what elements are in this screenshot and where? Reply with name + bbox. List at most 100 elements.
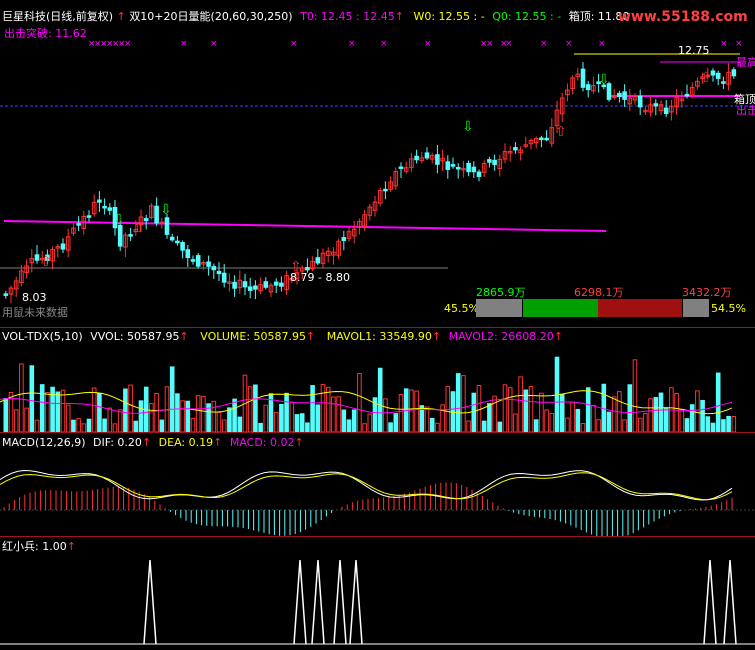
volume-bar xyxy=(622,419,627,432)
volume-bar xyxy=(34,419,40,432)
signal-marker-10: × xyxy=(348,39,356,49)
candle-body xyxy=(637,95,643,108)
volume-bar xyxy=(637,417,643,432)
volume-bar xyxy=(689,404,695,432)
volume-bar xyxy=(476,384,482,432)
volume-bar xyxy=(544,409,549,432)
volume-bar xyxy=(232,398,237,432)
candle-body xyxy=(414,155,419,161)
candle-body xyxy=(315,257,321,264)
macd-name[interactable]: MACD(12,26,9) xyxy=(2,436,86,449)
volume-bar xyxy=(414,390,419,432)
signal-marker-14: × xyxy=(486,39,494,49)
volume-bar xyxy=(227,407,232,432)
candle-body xyxy=(76,223,81,226)
indicator-name[interactable]: 双10+20日量能(20,60,30,250) xyxy=(129,10,292,23)
candle-body xyxy=(216,270,222,275)
dif-line xyxy=(0,469,733,501)
dist-bar-green xyxy=(523,299,598,317)
macd-value: MACD: 0.02 xyxy=(229,436,295,449)
candle-body xyxy=(175,240,180,244)
dist-bar-gray-left xyxy=(476,299,522,317)
up-arrow-icon: ↑ xyxy=(116,10,126,23)
volume-bar xyxy=(731,416,737,432)
future-data-label[interactable]: 用鼠未来数据 xyxy=(2,304,68,320)
volume-bar xyxy=(305,422,310,432)
volume-bar xyxy=(112,423,118,432)
volume-bar xyxy=(559,393,565,432)
t0-value: T0: 12.45 xyxy=(300,10,353,23)
volume-bar xyxy=(377,367,383,432)
volume-bar xyxy=(273,411,279,432)
signal-marker-11: × xyxy=(380,39,388,49)
candle-body xyxy=(471,166,477,173)
volume-bar xyxy=(117,409,123,432)
volume-bar xyxy=(362,423,367,432)
volume-bar xyxy=(123,388,128,432)
candle-body xyxy=(715,72,721,79)
volume-bar xyxy=(3,398,9,432)
candle-body xyxy=(476,171,482,178)
price-range-label: 8.79 - 8.80 xyxy=(290,271,350,284)
soldier-spike-0 xyxy=(143,559,157,645)
w0-value: W0: 12.55 xyxy=(413,10,471,23)
volume-bar xyxy=(715,372,721,432)
candle-body xyxy=(492,159,497,166)
signal-marker-19: × xyxy=(598,39,606,49)
volume-bar xyxy=(195,395,201,432)
volume-bar xyxy=(383,398,388,432)
volume-bar xyxy=(102,418,107,432)
volume-bar xyxy=(549,413,555,432)
signal-arrow-icon: ⇧ xyxy=(555,124,567,140)
mavol2-value: MAVOL2: 26608.20 xyxy=(448,330,554,343)
candle-body xyxy=(60,243,66,250)
candle-body xyxy=(622,91,627,100)
stock-title[interactable]: 巨星科技(日线,前复权) xyxy=(2,10,113,23)
volume-bar xyxy=(336,396,341,432)
volume-bar xyxy=(435,422,440,432)
candle-body xyxy=(3,293,9,296)
signal-marker-12: × xyxy=(424,39,432,49)
candle-body xyxy=(128,234,133,237)
volume-bar xyxy=(159,419,165,432)
signal-marker-17: × xyxy=(540,39,548,49)
signal-arrow-icon: ⇧ xyxy=(700,70,712,86)
volume-bar xyxy=(294,414,300,432)
candle-body xyxy=(253,285,258,290)
candlestick-chart[interactable]: ××××××× × × × × × × ×× ×× × × × × ×⇧⇩ ⇧⇩⇧⇩ ⇧⇩ ⇧ xyxy=(0,36,755,328)
volume-bar xyxy=(570,401,575,432)
red-soldier-chart[interactable] xyxy=(0,552,755,650)
signal-marker-16: × xyxy=(505,39,513,49)
volume-bar xyxy=(91,387,97,432)
candle-body xyxy=(206,261,211,267)
signal-arrow-icon: ⇩ xyxy=(462,119,474,135)
volume-bar xyxy=(154,392,159,432)
volume-bar xyxy=(60,389,66,432)
volume-chart[interactable] xyxy=(0,344,755,432)
volume-bar xyxy=(138,400,144,432)
volume-bar xyxy=(580,423,586,432)
candle-body xyxy=(466,162,471,173)
mavol2-line xyxy=(0,397,733,414)
volume-bar xyxy=(611,396,617,432)
macd-chart[interactable] xyxy=(0,450,755,536)
candle-body xyxy=(684,93,690,97)
volume-bar xyxy=(76,418,81,432)
soldier-spike-6 xyxy=(723,559,737,645)
volume-bar xyxy=(684,418,690,432)
candle-body xyxy=(102,205,107,209)
vol-name[interactable]: VOL-TDX(5,10) xyxy=(2,330,83,343)
support-line xyxy=(3,220,607,232)
volume-bar xyxy=(591,404,596,432)
dist-bar-red xyxy=(598,299,682,317)
candle-body xyxy=(86,215,92,218)
volume-bar xyxy=(190,417,196,432)
dif-value: DIF: 0.20 xyxy=(93,436,142,449)
candle-body xyxy=(169,236,175,241)
pct-right: 54.5% xyxy=(711,302,746,315)
volume-bar xyxy=(455,373,461,432)
volume-bar xyxy=(632,359,638,432)
soldier-spike-5 xyxy=(703,559,717,645)
volume-bar xyxy=(528,386,534,432)
candle-body xyxy=(585,84,591,91)
